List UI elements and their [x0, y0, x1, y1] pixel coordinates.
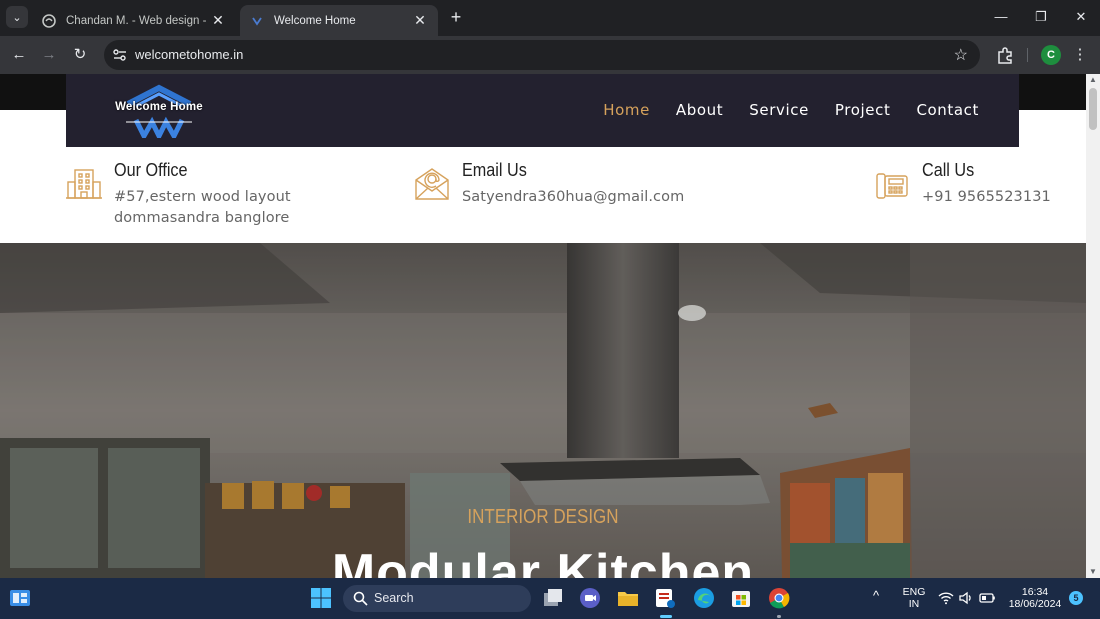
teams-meet-icon[interactable]	[578, 586, 602, 610]
logo-text: Welcome Home	[115, 101, 203, 113]
close-tab-icon[interactable]: ✕	[412, 12, 428, 29]
browser-toolbar: ← → ↻ welcometohome.in ☆ C ⋮	[0, 36, 1100, 74]
clock-date: 18/06/2024	[1008, 598, 1062, 610]
phone-title: Call Us	[922, 160, 975, 180]
toolbar-divider	[1027, 48, 1028, 62]
page-viewport: Welcome Home Home About Service Project …	[0, 74, 1086, 578]
email-title: Email Us	[462, 160, 527, 180]
search-icon	[353, 591, 368, 606]
page-scrollbar[interactable]: ▲ ▼	[1086, 74, 1100, 578]
system-clock[interactable]: 16:34 18/06/2024	[1004, 586, 1066, 610]
site-logo[interactable]: Welcome Home	[106, 84, 212, 142]
forward-icon[interactable]: →	[38, 44, 60, 66]
new-tab-button[interactable]: +	[446, 6, 466, 28]
search-label: Search	[374, 591, 414, 605]
phone-info: Call Us +91 9565523131	[874, 160, 1051, 208]
restore-icon[interactable]: ❐	[1026, 4, 1056, 30]
notification-badge[interactable]: 5	[1069, 591, 1083, 605]
nav-about[interactable]: About	[676, 101, 723, 119]
hero-title: Modular Kitchen	[331, 544, 755, 578]
tab-upwork[interactable]: Chandan M. - Web design - Up ✕	[32, 5, 236, 36]
office-address-line-1: #57,estern wood layout	[114, 189, 291, 205]
minimize-icon[interactable]: —	[986, 4, 1016, 30]
nav-home[interactable]: Home	[603, 101, 650, 119]
wifi-icon[interactable]	[938, 590, 954, 606]
scroll-up-arrow-icon[interactable]: ▲	[1086, 74, 1100, 86]
tab-search-button[interactable]: ⌄	[6, 6, 28, 28]
office-address-line-2: dommasandra banglore	[114, 210, 290, 226]
upwork-favicon-icon	[42, 13, 56, 28]
url-text[interactable]: welcometohome.in	[135, 47, 243, 62]
language-indicator[interactable]: ENG IN	[898, 586, 930, 610]
email-info: Email Us Satyendra360hua@gmail.com	[414, 160, 684, 208]
office-info: Our Office #57,estern wood layout dommas…	[66, 160, 291, 229]
address-bar[interactable]: welcometohome.in ☆	[104, 40, 980, 70]
office-title: Our Office	[114, 160, 188, 180]
telephone-icon	[876, 173, 908, 199]
profile-avatar[interactable]: C	[1041, 45, 1061, 65]
browser-menu-icon[interactable]: ⋮	[1072, 44, 1088, 66]
extensions-icon[interactable]	[994, 44, 1016, 66]
back-icon[interactable]: ←	[8, 44, 30, 66]
welcome-home-favicon-icon	[252, 17, 262, 26]
nav-service[interactable]: Service	[749, 101, 809, 119]
widgets-icon[interactable]	[8, 586, 32, 610]
site-navbar: Welcome Home Home About Service Project …	[66, 74, 1019, 147]
hero-banner: INTERIOR DESIGN Modular Kitchen	[0, 243, 1086, 578]
reload-icon[interactable]: ↻	[69, 44, 91, 66]
main-menu: Home About Service Project Contact	[603, 101, 979, 119]
nav-project[interactable]: Project	[835, 101, 891, 119]
running-app-indicator	[777, 615, 781, 618]
microsoft-store-icon[interactable]	[729, 586, 753, 610]
battery-icon[interactable]	[979, 590, 996, 606]
show-hidden-icons-chevron-icon[interactable]: ^	[873, 589, 879, 602]
windows-start-icon[interactable]	[309, 586, 333, 610]
taskbar-search[interactable]: Search	[343, 585, 531, 612]
scrollbar-thumb[interactable]	[1089, 88, 1097, 130]
phone-number[interactable]: +91 9565523131	[922, 187, 1051, 208]
tab-welcome-home[interactable]: Welcome Home ✕	[240, 5, 438, 36]
nav-contact[interactable]: Contact	[916, 101, 979, 119]
tab-title: Welcome Home	[274, 14, 356, 27]
browser-tab-bar: ⌄ Chandan M. - Web design - Up ✕ Welcome…	[0, 0, 1100, 36]
task-view-icon[interactable]	[541, 586, 565, 610]
email-envelope-icon	[415, 168, 449, 200]
email-address[interactable]: Satyendra360hua@gmail.com	[462, 187, 684, 208]
active-app-indicator	[660, 615, 672, 618]
windows-taskbar: Search ^ ENG IN 16:34 18/06/2024 5	[0, 578, 1100, 619]
snipping-tool-icon[interactable]	[653, 586, 677, 610]
building-icon	[66, 169, 102, 199]
hero-subtitle: INTERIOR DESIGN	[467, 506, 619, 528]
close-window-icon[interactable]: ✕	[1066, 4, 1096, 30]
bookmark-star-icon[interactable]: ☆	[954, 45, 968, 65]
tab-title: Chandan M. - Web design - Up	[66, 14, 210, 27]
language-code: ENG	[902, 586, 926, 598]
clock-time: 16:34	[1021, 586, 1049, 598]
scroll-down-arrow-icon[interactable]: ▼	[1086, 566, 1100, 578]
chrome-browser-icon[interactable]	[767, 586, 791, 610]
close-tab-icon[interactable]: ✕	[210, 12, 226, 29]
volume-icon[interactable]	[958, 590, 974, 606]
region-code: IN	[908, 598, 920, 610]
site-info-icon[interactable]	[112, 47, 128, 63]
file-explorer-icon[interactable]	[616, 586, 640, 610]
edge-browser-icon[interactable]	[692, 586, 716, 610]
